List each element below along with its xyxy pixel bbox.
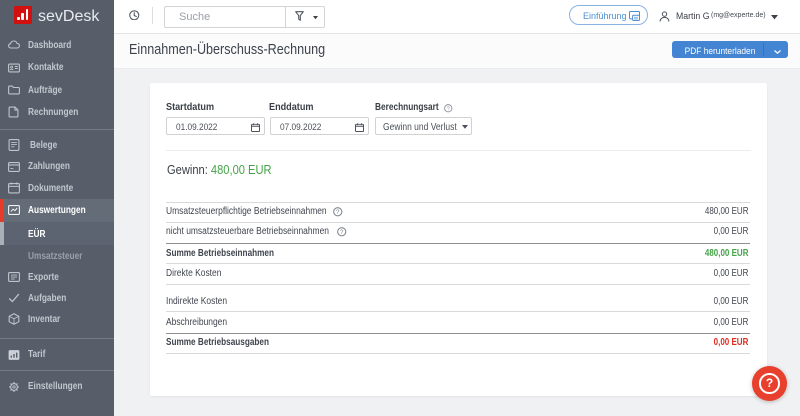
svg-text:?: ? — [447, 106, 450, 112]
